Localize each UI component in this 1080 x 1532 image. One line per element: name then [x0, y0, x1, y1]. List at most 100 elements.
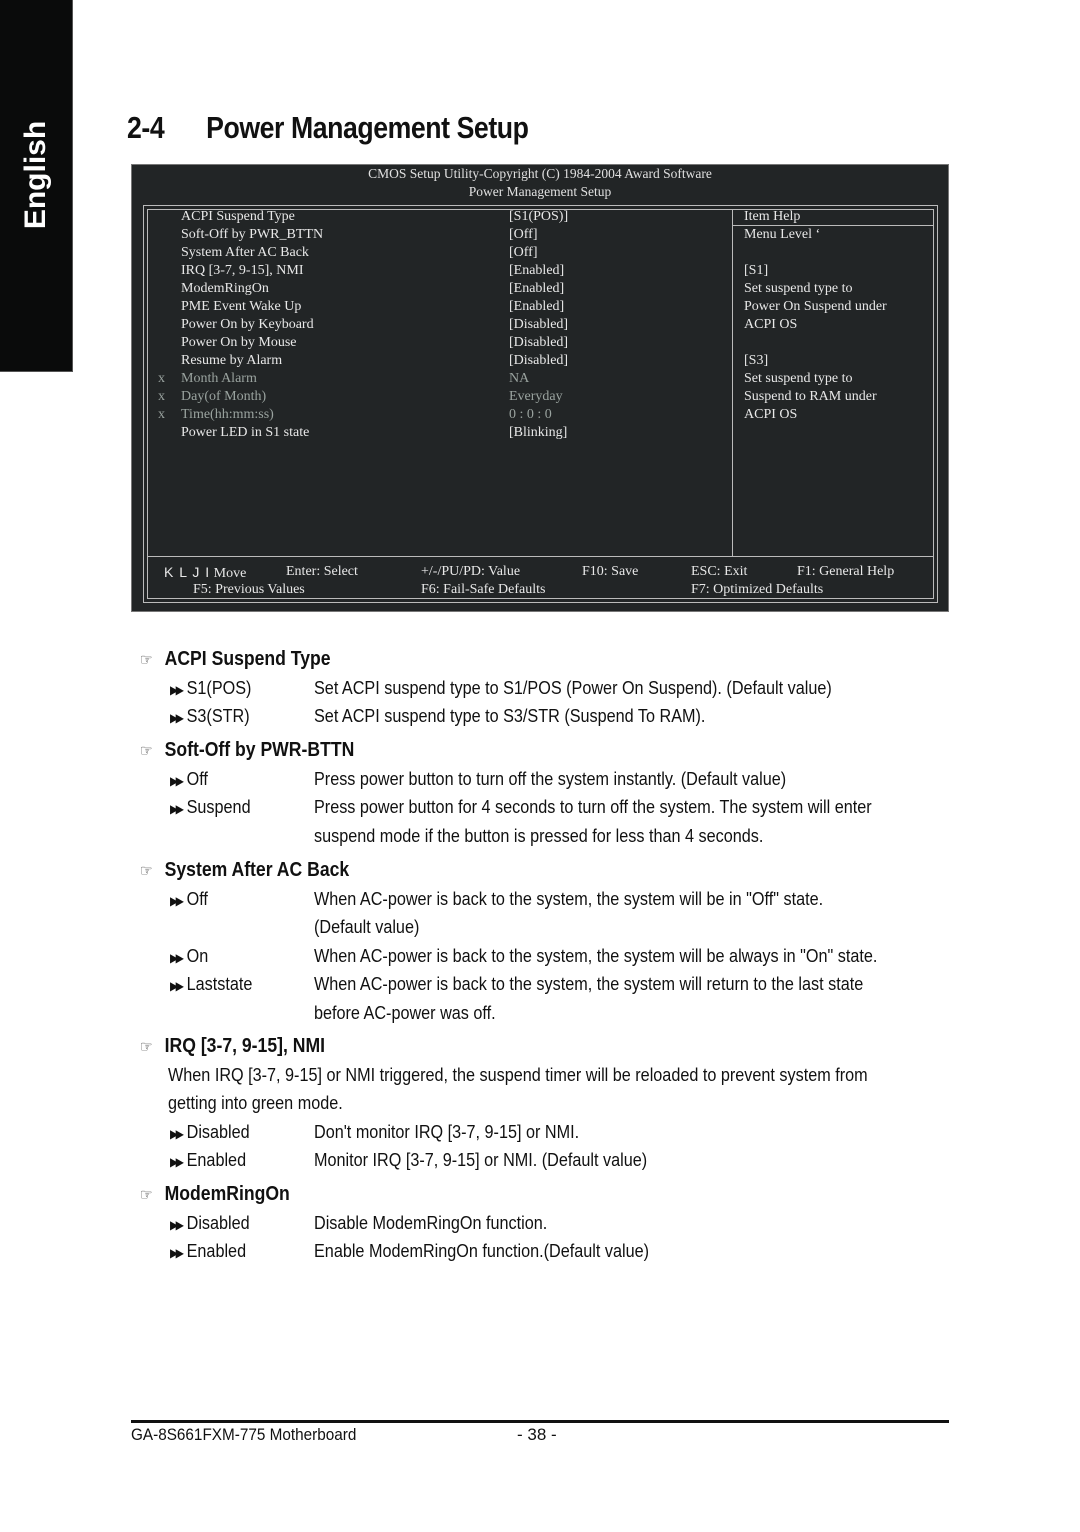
key-optimized-defaults: F7: Optimized Defaults: [691, 582, 824, 597]
option-name: ▶▶ Enabled: [170, 1241, 246, 1262]
bios-item-value[interactable]: [Disabled]: [509, 334, 568, 352]
bios-item-value[interactable]: [Off]: [509, 226, 538, 244]
bios-outer-frame: ACPI Suspend Type [S1(POS)] Soft-Off by PW…: [143, 205, 938, 603]
option-description: Monitor IRQ [3-7, 9-15] or NMI. (Default…: [314, 1150, 648, 1171]
bios-item-value[interactable]: [Disabled]: [509, 352, 568, 370]
footer-page-number: - 38 -: [517, 1425, 557, 1444]
item-help-line: ACPI OS: [744, 407, 798, 422]
bios-item-label: Power On by Keyboard: [181, 317, 314, 332]
section-paragraph-line: getting into green mode.: [168, 1093, 343, 1114]
option-name-text: Off: [186, 769, 208, 789]
bios-item-value[interactable]: [Enabled]: [509, 262, 564, 280]
option-description: When AC-power is back to the system, the…: [314, 945, 878, 966]
option-description: suspend mode if the button is pressed fo…: [314, 825, 764, 846]
option-name-text: Off: [186, 889, 208, 909]
language-side-tab: English: [0, 0, 73, 372]
double-arrow-icon: ▶▶: [170, 894, 184, 908]
bios-inner-frame: ACPI Suspend Type [S1(POS)] Soft-Off by PW…: [147, 209, 934, 599]
section-heading: ☞ ACPI Suspend Type: [140, 648, 331, 671]
item-help-line: Menu Level ‘: [744, 227, 821, 242]
option-name-text: Disabled: [186, 1213, 250, 1233]
unavailable-marker: x: [158, 371, 165, 386]
double-arrow-icon: ▶▶: [170, 950, 184, 965]
section-number: 2-4: [127, 110, 165, 145]
pointing-hand-icon: ☞: [140, 743, 153, 760]
option-description: Press power button for 4 seconds to turn…: [314, 797, 872, 818]
unavailable-marker: x: [158, 389, 165, 404]
section-title: Power Management Setup: [206, 110, 529, 145]
bios-item-label: IRQ [3-7, 9-15], NMI: [181, 263, 304, 278]
section-title: ModemRingOn: [164, 1183, 290, 1205]
bios-item-value[interactable]: [Blinking]: [509, 424, 567, 442]
double-arrow-icon: ▶▶: [170, 683, 184, 697]
option-name: ▶▶ Laststate: [170, 974, 252, 995]
option-name-text: Laststate: [186, 974, 253, 995]
item-help-line: Set suspend type to: [744, 371, 853, 386]
pointing-hand-icon: ☞: [140, 1039, 153, 1056]
arrow-keys-icon: K L J I: [164, 564, 211, 580]
key-move: K L J I Move: [164, 564, 247, 581]
option-name-text: Suspend: [186, 797, 251, 818]
key-value: +/-/PU/PD: Value: [421, 564, 521, 579]
bios-item-value: 0 : 0 : 0: [509, 407, 552, 422]
section-title: System After AC Back: [164, 859, 350, 881]
bios-item-label: Soft-Off by PWR_BTTN: [181, 227, 324, 242]
bios-copyright-header: CMOS Setup Utility-Copyright (C) 1984-20…: [368, 166, 712, 181]
option-name: ▶▶ S3(STR): [170, 706, 250, 727]
bios-item-label: Resume by Alarm: [181, 353, 283, 368]
section-heading: ☞ Soft-Off by PWR-BTTN: [140, 739, 354, 762]
bios-item-label: PME Event Wake Up: [181, 299, 302, 314]
double-arrow-icon: ▶▶: [170, 979, 184, 994]
double-arrow-icon: ▶▶: [170, 711, 184, 726]
bios-item-value[interactable]: [Enabled]: [509, 298, 564, 316]
double-arrow-icon: ▶▶: [170, 1218, 184, 1232]
footer-rule: [131, 1420, 949, 1423]
pointing-hand-icon: ☞: [140, 1187, 153, 1204]
option-name: ▶▶ Off: [170, 889, 208, 910]
key-select: Enter: Select: [286, 564, 358, 579]
option-name: ▶▶ Suspend: [170, 797, 251, 818]
option-name: ▶▶ On: [170, 946, 208, 967]
key-exit: ESC: Exit: [691, 564, 748, 579]
bios-item-label: Month Alarm: [181, 371, 257, 386]
page-title: 2-4 Power Management Setup: [127, 110, 529, 146]
option-description: When AC-power is back to the system, the…: [314, 974, 864, 995]
bios-item-label: Time(hh:mm:ss): [181, 407, 274, 422]
option-description: before AC-power was off.: [314, 1002, 496, 1023]
item-help-line: Suspend to RAM under: [744, 389, 877, 404]
option-name: ▶▶ Off: [170, 769, 208, 790]
bios-screen: CMOS Setup Utility-Copyright (C) 1984-20…: [131, 164, 949, 612]
section-title: ACPI Suspend Type: [164, 648, 331, 670]
bios-item-label: Power LED in S1 state: [181, 425, 310, 440]
bios-item-label: ACPI Suspend Type: [181, 209, 295, 224]
bios-menu-title: Power Management Setup: [468, 184, 612, 199]
double-arrow-icon: ▶▶: [170, 774, 184, 788]
bios-column-divider: [732, 210, 733, 556]
bios-item-value[interactable]: [Enabled]: [509, 280, 564, 298]
option-name-text: On: [186, 945, 209, 966]
bios-item-label: ModemRingOn: [181, 281, 269, 296]
option-name: ▶▶ S1(POS): [170, 678, 251, 699]
bios-item-value[interactable]: [Disabled]: [509, 316, 568, 334]
pointing-hand-icon: ☞: [140, 652, 153, 669]
key-previous-values: F5: Previous Values: [193, 582, 305, 597]
section-heading: ☞ System After AC Back: [140, 859, 349, 882]
item-help-line: [S3]: [744, 353, 769, 368]
option-description: Press power button to turn off the syste…: [314, 769, 787, 789]
bios-item-value[interactable]: [S1(POS)]: [509, 208, 568, 226]
option-description: Enable ModemRingOn function.(Default val…: [314, 1241, 649, 1262]
option-description: (Default value): [314, 917, 420, 938]
unavailable-marker: x: [158, 407, 165, 422]
option-name-text: S1(POS): [186, 678, 252, 698]
key-general-help: F1: General Help: [797, 564, 895, 579]
option-description: Don't monitor IRQ [3-7, 9-15] or NMI.: [314, 1121, 580, 1142]
item-help-line: Power On Suspend under: [744, 299, 887, 314]
option-name-text: Enabled: [186, 1241, 247, 1262]
option-name-text: S3(STR): [186, 706, 250, 727]
pointing-hand-icon: ☞: [140, 863, 153, 880]
bios-item-label: Power On by Mouse: [181, 335, 297, 350]
language-label: English: [19, 120, 52, 230]
double-arrow-icon: ▶▶: [170, 802, 184, 817]
bios-item-value[interactable]: [Off]: [509, 244, 538, 262]
bios-item-value: NA: [509, 371, 530, 386]
